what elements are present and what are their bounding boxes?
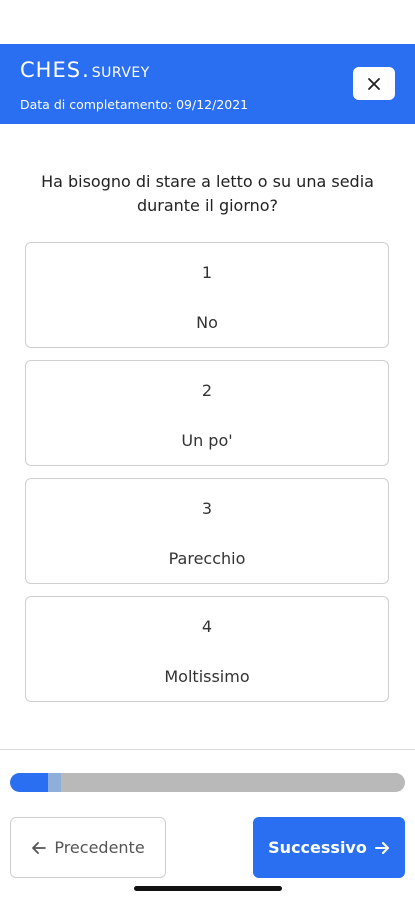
ches-survey-logo: CHES . SURVEY bbox=[20, 58, 150, 82]
previous-label: Precedente bbox=[54, 838, 145, 857]
option-label: Parecchio bbox=[168, 549, 246, 568]
option-label: Un po' bbox=[181, 431, 233, 450]
previous-button[interactable]: Precedente bbox=[10, 817, 166, 878]
next-button[interactable]: Successivo bbox=[253, 817, 405, 878]
survey-screen: CHES . SURVEY Data di completamento: 09/… bbox=[0, 0, 415, 900]
question-text: Ha bisogno di stare a letto o su una sed… bbox=[41, 172, 374, 215]
progress-bar bbox=[10, 773, 405, 792]
footer-divider bbox=[0, 749, 415, 750]
option-number: 1 bbox=[201, 263, 213, 282]
progress-marker bbox=[48, 773, 61, 792]
close-icon bbox=[368, 77, 380, 90]
option-number: 3 bbox=[201, 499, 213, 518]
answer-option-3[interactable]: 3 Parecchio bbox=[25, 478, 389, 584]
logo-survey-text: SURVEY bbox=[91, 65, 150, 81]
answer-option-2[interactable]: 2 Un po' bbox=[25, 360, 389, 466]
close-button[interactable] bbox=[353, 67, 395, 100]
next-label: Successivo bbox=[268, 838, 367, 857]
arrow-left-icon bbox=[31, 841, 47, 855]
arrow-right-icon bbox=[374, 841, 390, 855]
header-bar: CHES . SURVEY Data di completamento: 09/… bbox=[0, 44, 415, 124]
home-indicator bbox=[134, 886, 282, 891]
progress-fill bbox=[10, 773, 48, 792]
logo-dot: . bbox=[82, 58, 89, 82]
completion-date: Data di completamento: 09/12/2021 bbox=[20, 97, 249, 112]
option-number: 2 bbox=[201, 381, 213, 400]
logo-ches-text: CHES bbox=[20, 58, 82, 82]
option-number: 4 bbox=[201, 617, 213, 636]
answer-option-1[interactable]: 1 No bbox=[25, 242, 389, 348]
option-label: Moltissimo bbox=[164, 667, 250, 686]
option-label: No bbox=[196, 313, 218, 332]
answer-option-4[interactable]: 4 Moltissimo bbox=[25, 596, 389, 702]
